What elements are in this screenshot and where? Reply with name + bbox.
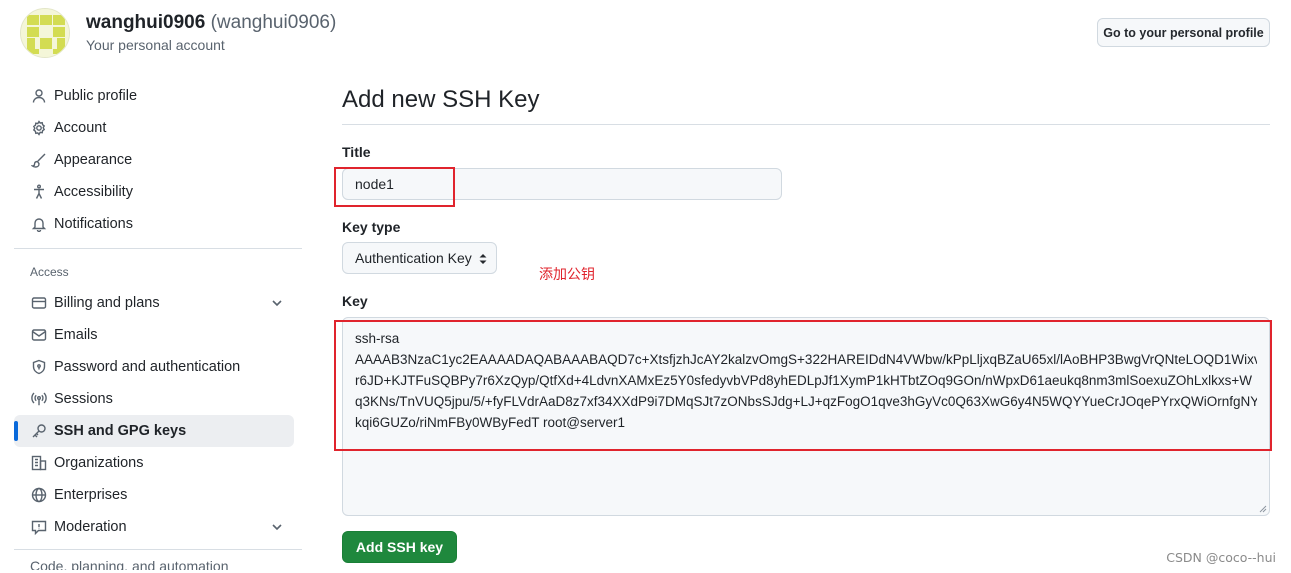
sidebar-item-ssh-gpg-keys[interactable]: SSH and GPG keys [14,415,294,447]
sidebar-heading-code-planning: Code, planning, and automation [30,558,229,570]
shield-lock-icon [30,359,47,376]
report-icon [30,519,47,536]
sidebar-divider [14,549,302,550]
sidebar-item-appearance[interactable]: Appearance [14,144,302,176]
key-textarea[interactable]: ssh-rsa AAAAB3NzaC1yc2EAAAADAQABAAABAQD7… [342,317,1270,516]
bell-icon [30,216,47,233]
sidebar-item-label: Moderation [54,519,127,535]
key-type-label: Key type [342,219,401,235]
title-input[interactable] [342,168,782,200]
sidebar-item-account[interactable]: Account [14,112,302,144]
select-arrows-icon [479,254,487,264]
key-line: AAAAB3NzaC1yc2EAAAADAQABAAABAQD7c+Xtsfjz… [355,352,1257,367]
settings-sidebar: Public profile Account Appearance Access… [14,80,302,570]
sidebar-item-label: Password and authentication [54,359,241,375]
sidebar-item-notifications[interactable]: Notifications [14,208,302,240]
annotation-text: 添加公钥 [539,267,595,283]
sidebar-item-billing[interactable]: Billing and plans [14,287,302,319]
sidebar-item-label: Public profile [54,88,138,104]
sidebar-item-label: Appearance [54,152,133,168]
sidebar-item-accessibility[interactable]: Accessibility [14,176,302,208]
watermark: CSDN @coco--hui [1166,550,1276,565]
key-icon [30,423,47,440]
key-type-select[interactable]: Authentication Key [342,242,497,274]
go-to-profile-button[interactable]: Go to your personal profile [1097,18,1270,47]
add-ssh-key-button[interactable]: Add SSH key [342,531,457,563]
sidebar-item-moderation[interactable]: Moderation [14,511,302,543]
key-line: ssh-rsa [355,331,400,346]
sidebar-item-emails[interactable]: Emails [14,319,302,351]
gear-icon [30,120,47,137]
key-line: kqi6GUZo/riNmFBy0WByFedT root@server1 [355,415,626,430]
sidebar-item-label: Billing and plans [54,295,160,311]
avatar[interactable] [20,8,70,58]
accessibility-icon [30,184,47,201]
sidebar-item-password-authentication[interactable]: Password and authentication [14,351,302,383]
chevron-down-icon[interactable] [270,296,284,310]
key-line: r6JD+KJTFuSQBPy7r6XzQyp/QtfXd+4LdvnXAMxE… [355,373,1253,388]
page-title: Add new SSH Key [342,86,540,113]
broadcast-icon [30,391,47,408]
sidebar-item-label: Enterprises [54,487,128,503]
sidebar-item-label: Accessibility [54,184,133,200]
key-label: Key [342,293,368,309]
account-name: wanghui0906 (wanghui0906) [86,12,336,34]
globe-icon [30,487,47,504]
chevron-down-icon[interactable] [270,520,284,534]
add-ssh-key-form: Add new SSH Key Title Key type Authentic… [342,80,1270,563]
key-line: q3KNs/TnVUQ5jpu/5/+fyFLVdrAaD8z7xf34XXdP… [355,394,1257,409]
resize-handle-icon[interactable] [1259,505,1267,513]
account-login: (wanghui0906) [210,12,337,33]
sidebar-heading-access: Access [30,265,69,279]
sidebar-divider [14,248,302,249]
sidebar-item-enterprises[interactable]: Enterprises [14,479,302,511]
identicon-icon [21,9,69,57]
title-label: Title [342,144,371,160]
sidebar-item-public-profile[interactable]: Public profile [14,80,302,112]
title-divider [342,124,1270,125]
sidebar-item-label: Notifications [54,216,133,232]
display-name: wanghui0906 [86,12,206,33]
sidebar-item-label: SSH and GPG keys [54,423,187,439]
sidebar-item-organizations[interactable]: Organizations [14,447,302,479]
sidebar-item-label: Organizations [54,455,144,471]
account-subtitle: Your personal account [86,37,225,53]
person-icon [30,88,47,105]
sidebar-item-label: Sessions [54,391,113,407]
key-type-value: Authentication Key [355,250,472,266]
credit-card-icon [30,295,47,312]
paintbrush-icon [30,152,47,169]
sidebar-item-label: Account [54,120,107,136]
organization-icon [30,455,47,472]
mail-icon [30,327,47,344]
sidebar-item-sessions[interactable]: Sessions [14,383,302,415]
sidebar-item-label: Emails [54,327,98,343]
